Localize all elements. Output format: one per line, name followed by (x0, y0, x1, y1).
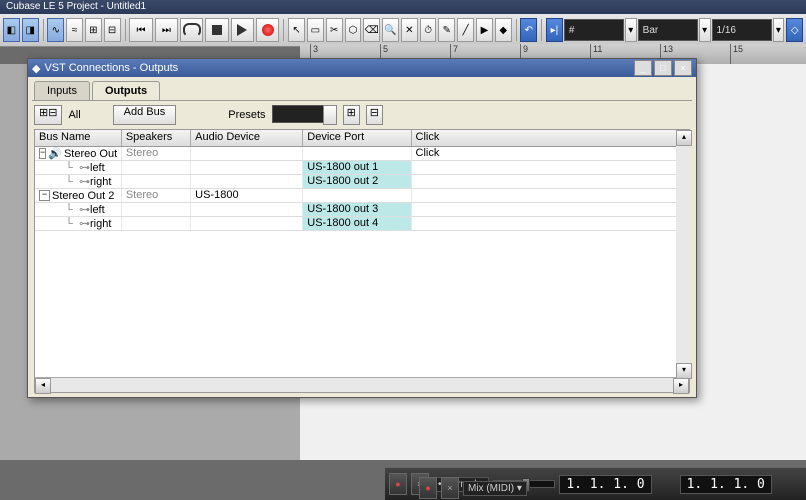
table-row[interactable]: └⊶ rightUS-1800 out 2 (35, 175, 689, 189)
scroll-left-icon[interactable]: ◂ (35, 378, 51, 394)
zoom-tool-icon[interactable]: 🔍 (382, 18, 399, 42)
col-port[interactable]: Device Port (303, 130, 411, 146)
table-row[interactable]: └⊶ rightUS-1800 out 4 (35, 217, 689, 231)
timewarp-tool-icon[interactable]: ⏱ (420, 18, 437, 42)
close-button[interactable]: × (674, 60, 692, 76)
connections-grid: Bus Name Speakers Audio Device Device Po… (34, 129, 690, 393)
split-tool-icon[interactable]: ✂ (326, 18, 343, 42)
preset-dropdown-icon[interactable] (323, 105, 337, 125)
grid-icon[interactable]: ⊟ (104, 18, 121, 42)
line-tool-icon[interactable]: ╱ (457, 18, 474, 42)
maximize-button[interactable]: □ (654, 60, 672, 76)
dialog-title: VST Connections - Outputs (44, 62, 632, 74)
presets-label: Presets (228, 109, 265, 121)
grid-body[interactable]: −🔊 Stereo OutStereoClick└⊶ leftUS-1800 o… (35, 147, 689, 377)
scroll-up-icon[interactable]: ▴ (676, 130, 692, 146)
preset-save-icon[interactable]: ⊞ (343, 105, 360, 125)
preset-delete-icon[interactable]: ⊟ (366, 105, 383, 125)
snap-type-dropdown-icon[interactable]: ▾ (625, 18, 637, 42)
crossfade-icon[interactable]: ≈ (66, 18, 83, 42)
play-tool-icon[interactable]: ▶ (476, 18, 493, 42)
transport-panel: ● ≡ • Normal ▾ 1. 1. 1. 0 1. 1. 1. 0 ● ×… (385, 467, 806, 500)
dialog-controls: ⊞⊟ All Add Bus Presets ⊞ ⊟ (32, 101, 692, 129)
tab-inputs[interactable]: Inputs (34, 81, 90, 100)
record-button[interactable] (256, 18, 279, 42)
dialog-tabs: Inputs Outputs (28, 77, 696, 100)
arrow-tool-icon[interactable]: ↖ (288, 18, 305, 42)
toggle-panel-icon[interactable]: ◨ (22, 18, 39, 42)
expand-all-button[interactable]: ⊞⊟ (34, 105, 62, 125)
minimize-button[interactable]: _ (634, 60, 652, 76)
range-tool-icon[interactable]: ▭ (307, 18, 324, 42)
tp-rec-icon[interactable]: ● (389, 473, 407, 495)
snap-type-select[interactable]: # (564, 19, 624, 41)
speaker-icon: 🔊 (48, 147, 62, 160)
dialog-icon: ◆ (32, 62, 40, 75)
tree-collapse-icon[interactable]: − (39, 148, 46, 159)
stop-button[interactable] (205, 18, 228, 42)
scroll-right-icon[interactable]: ▸ (673, 378, 689, 394)
grid-v-scrollbar[interactable]: ▴ ▾ (676, 130, 690, 379)
quantize-dropdown-icon[interactable]: ▾ (773, 18, 785, 42)
dialog-body: ⊞⊟ All Add Bus Presets ⊞ ⊟ Bus Name Spea… (32, 100, 692, 395)
table-row[interactable]: −🔊 Stereo OutStereoClick (35, 147, 689, 161)
col-device[interactable]: Audio Device (191, 130, 303, 146)
app-title-bar: Cubase LE 5 Project - Untitled1 (0, 0, 806, 14)
erase-tool-icon[interactable]: ⌫ (363, 18, 380, 42)
tp-position-right[interactable]: 1. 1. 1. 0 (680, 475, 772, 494)
table-row[interactable]: └⊶ leftUS-1800 out 3 (35, 203, 689, 217)
add-bus-button[interactable]: Add Bus (113, 105, 177, 125)
tp-rec2-icon[interactable]: ● (419, 477, 437, 499)
preset-display[interactable] (272, 105, 324, 123)
automation-icon[interactable]: ∿ (47, 18, 64, 42)
col-click[interactable]: Click (412, 130, 690, 146)
color-menu-icon[interactable]: ◇ (786, 18, 803, 42)
dialog-title-bar[interactable]: ◆ VST Connections - Outputs _ □ × (28, 59, 696, 77)
quantize-select[interactable]: 1/16 (712, 19, 772, 41)
all-label: All (68, 109, 80, 121)
undo-icon[interactable]: ↶ (520, 18, 537, 42)
mute-tool-icon[interactable]: ✕ (401, 18, 418, 42)
col-bus[interactable]: Bus Name (35, 130, 122, 146)
tab-outputs[interactable]: Outputs (92, 81, 160, 100)
snap-mode-dropdown-icon[interactable]: ▾ (699, 18, 711, 42)
main-toolbar: ◧ ◨ ∿ ≈ ⊞ ⊟ ⏮ ⏭ ↖ ▭ ✂ ⬡ ⌫ 🔍 ✕ ⏱ ✎ ╱ ▶ ◆ … (0, 14, 806, 47)
tree-collapse-icon[interactable]: − (39, 190, 50, 201)
tp-position-left[interactable]: 1. 1. 1. 0 (559, 475, 651, 494)
table-row[interactable]: └⊶ leftUS-1800 out 1 (35, 161, 689, 175)
col-speakers[interactable]: Speakers (122, 130, 191, 146)
tp-cycle-icon[interactable]: × (441, 477, 459, 499)
grid-h-scrollbar[interactable]: ◂ ▸ (35, 377, 689, 392)
goto-end-icon[interactable]: ⏭ (155, 18, 178, 42)
scroll-down-icon[interactable]: ▾ (676, 363, 692, 379)
table-row[interactable]: − Stereo Out 2StereoUS-1800 (35, 189, 689, 203)
loop-icon[interactable] (180, 18, 203, 42)
play-button[interactable] (231, 18, 254, 42)
toggle-info-icon[interactable]: ◧ (3, 18, 20, 42)
draw-tool-icon[interactable]: ✎ (438, 18, 455, 42)
vst-connections-dialog: ◆ VST Connections - Outputs _ □ × Inputs… (27, 58, 697, 398)
tp-mix-select[interactable]: Mix (MIDI) ▾ (463, 481, 527, 496)
grid-header: Bus Name Speakers Audio Device Device Po… (35, 130, 689, 147)
snap-mode-select[interactable]: Bar (638, 19, 698, 41)
glue-tool-icon[interactable]: ⬡ (345, 18, 362, 42)
snap-icon[interactable]: ⊞ (85, 18, 102, 42)
app-title-text: Cubase LE 5 Project - Untitled1 (6, 1, 146, 12)
snap-toggle-icon[interactable]: ▸| (546, 18, 563, 42)
color-tool-icon[interactable]: ◆ (495, 18, 512, 42)
goto-start-icon[interactable]: ⏮ (129, 18, 152, 42)
